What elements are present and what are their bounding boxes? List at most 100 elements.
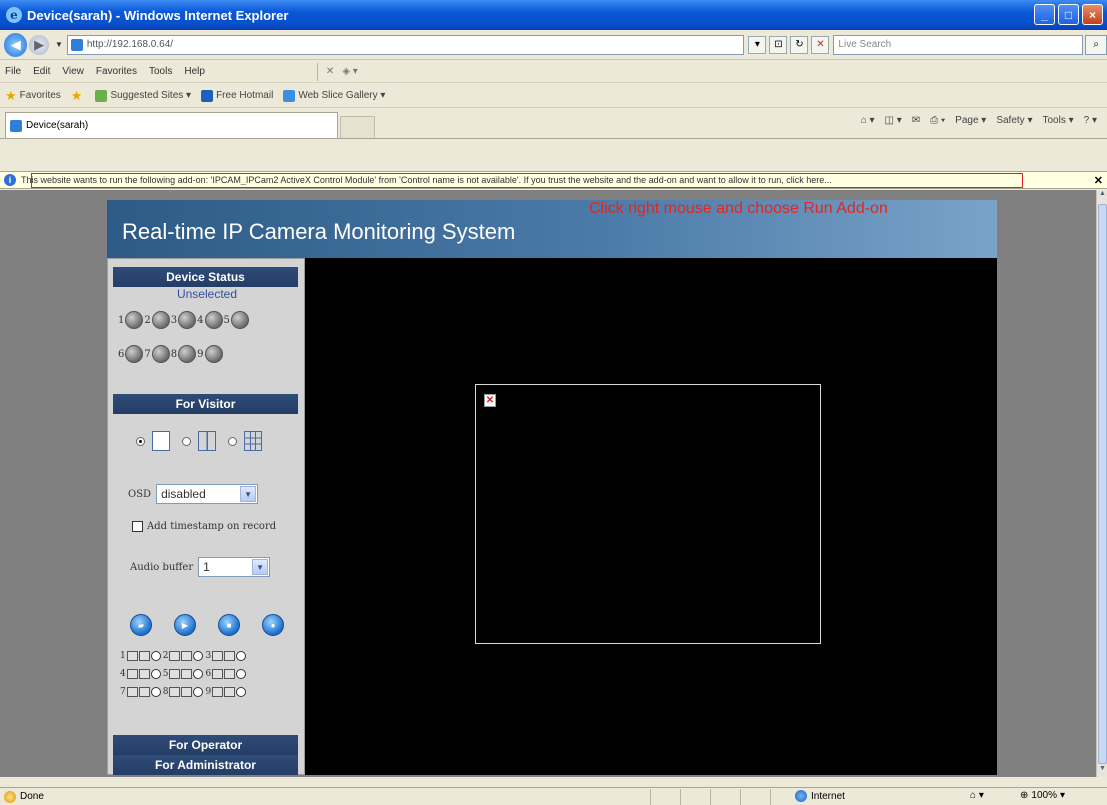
menu-help[interactable]: Help (184, 66, 205, 77)
audio-toggle-icon[interactable] (236, 669, 247, 679)
camera-7[interactable]: 7 (144, 345, 170, 363)
snapshot-icon[interactable] (212, 687, 224, 697)
osd-select[interactable]: disabled ▼ (156, 484, 259, 504)
minimize-button[interactable]: _ (1034, 4, 1055, 25)
snapshot-icon[interactable] (212, 669, 224, 679)
search-input[interactable]: Live Search (833, 34, 1084, 55)
scroll-down-icon[interactable]: ▼ (1097, 765, 1107, 777)
back-button[interactable]: ◀ (4, 32, 28, 57)
snapshot-icon[interactable] (169, 687, 181, 697)
menu-favorites[interactable]: Favorites (96, 66, 137, 77)
for-operator-heading[interactable]: For Operator (113, 735, 298, 755)
url-input[interactable]: http://192.168.0.64/ (66, 34, 745, 55)
information-bar[interactable]: i This website wants to run the followin… (0, 171, 1107, 189)
snapshot-icon[interactable] (212, 651, 224, 661)
snapshot-icon[interactable] (169, 651, 181, 661)
camera-control-3[interactable]: 3 (205, 651, 247, 661)
camera-8[interactable]: 8 (171, 345, 197, 363)
play-icon[interactable]: ▶ (174, 614, 196, 636)
camera-control-6[interactable]: 6 (205, 669, 247, 679)
for-administrator-heading[interactable]: For Administrator (113, 755, 298, 775)
camera-2[interactable]: 2 (144, 311, 170, 329)
open-folder-icon[interactable]: ▰ (130, 614, 152, 636)
audio-toggle-icon[interactable] (193, 687, 204, 697)
snapshot-icon[interactable] (126, 651, 138, 661)
safety-menu[interactable]: Safety ▾ (996, 115, 1032, 126)
favorites-button[interactable]: Favorites (20, 90, 61, 101)
menu-file[interactable]: File (5, 66, 21, 77)
camera-control-2[interactable]: 2 (163, 651, 204, 661)
audio-toggle-icon[interactable] (150, 651, 161, 661)
audio-toggle-icon[interactable] (193, 651, 204, 661)
protected-mode-icon[interactable]: ⌂ ▾ (970, 790, 984, 801)
activex-video-frame[interactable]: ✕ (475, 384, 821, 644)
camera-control-5[interactable]: 5 (163, 669, 204, 679)
history-dropdown-icon[interactable]: ▼ (55, 40, 63, 49)
close-button[interactable]: × (1082, 4, 1103, 25)
record-toggle-icon[interactable] (138, 669, 150, 679)
web-slice-gallery-link[interactable]: Web Slice Gallery ▾ (283, 89, 385, 102)
search-icon[interactable]: ⌕ (1085, 34, 1107, 55)
url-dropdown-icon[interactable]: ▾ (748, 35, 767, 54)
scroll-up-icon[interactable]: ▲ (1097, 190, 1107, 202)
add-favorite-icon[interactable]: ★ (71, 88, 86, 104)
favorites-star-icon[interactable]: ★ (5, 88, 17, 104)
camera-control-7[interactable]: 7 (120, 687, 161, 697)
security-zone[interactable]: Internet (795, 790, 845, 802)
camera-1[interactable]: 1 (118, 311, 144, 329)
audio-toggle-icon[interactable] (150, 687, 161, 697)
record-toggle-icon[interactable] (224, 651, 236, 661)
snapshot-icon[interactable] (126, 669, 138, 679)
timestamp-checkbox[interactable] (132, 521, 143, 532)
layout-1-radio[interactable] (136, 436, 145, 446)
camera-control-8[interactable]: 8 (163, 687, 204, 697)
compat-view-icon[interactable]: ⊡ (769, 35, 788, 54)
audio-toggle-icon[interactable] (236, 687, 247, 697)
record-toggle-icon[interactable] (181, 669, 193, 679)
free-hotmail-link[interactable]: Free Hotmail (201, 89, 273, 102)
audio-toggle-icon[interactable] (150, 669, 161, 679)
menu-edit[interactable]: Edit (33, 66, 50, 77)
camera-4[interactable]: 4 (197, 311, 223, 329)
page-menu[interactable]: Page ▾ (955, 115, 986, 126)
device-status-heading[interactable]: Device Status (113, 267, 298, 287)
tab-device-sarah[interactable]: Device(sarah) (5, 112, 338, 138)
convert-icon[interactable]: ◈ ▾ (342, 66, 358, 77)
suggested-sites-link[interactable]: Suggested Sites ▾ (95, 89, 191, 102)
record-toggle-icon[interactable] (138, 687, 150, 697)
infobar-close-icon[interactable]: ✕ (1094, 174, 1103, 187)
toolbar-close-icon[interactable]: ✕ (326, 66, 334, 77)
help-icon[interactable]: ? ▾ (1084, 115, 1097, 126)
print-icon[interactable]: ⎙ ▾ (930, 115, 945, 126)
record-toggle-icon[interactable] (181, 651, 193, 661)
audio-toggle-icon[interactable] (236, 651, 247, 661)
menu-tools[interactable]: Tools (149, 66, 172, 77)
feeds-icon[interactable]: ◫ ▾ (885, 115, 902, 126)
zoom-control[interactable]: ⊕ 100% ▾ (1020, 790, 1065, 801)
camera-control-1[interactable]: 1 (120, 651, 161, 661)
record-toggle-icon[interactable] (224, 687, 236, 697)
camera-6[interactable]: 6 (118, 345, 144, 363)
forward-button[interactable]: ▶ (29, 34, 49, 55)
mail-icon[interactable]: ✉ (912, 115, 920, 126)
tools-menu[interactable]: Tools ▾ (1042, 115, 1073, 126)
record-icon[interactable]: ● (262, 614, 284, 636)
camera-5[interactable]: 5 (224, 311, 249, 329)
record-toggle-icon[interactable] (138, 651, 150, 661)
audio-buffer-select[interactable]: 1 ▼ (198, 557, 271, 577)
stop-icon[interactable]: ■ (218, 614, 240, 636)
layout-9-radio[interactable] (228, 436, 237, 446)
camera-control-4[interactable]: 4 (120, 669, 161, 679)
scroll-thumb[interactable] (1098, 204, 1107, 764)
refresh-icon[interactable]: ↻ (790, 35, 809, 54)
stop-icon[interactable]: ✕ (811, 35, 830, 54)
camera-control-9[interactable]: 9 (205, 687, 247, 697)
new-tab-button[interactable] (340, 116, 375, 138)
maximize-button[interactable]: □ (1058, 4, 1079, 25)
home-icon[interactable]: ⌂ ▾ (861, 115, 875, 126)
snapshot-icon[interactable] (169, 669, 181, 679)
audio-toggle-icon[interactable] (193, 669, 204, 679)
snapshot-icon[interactable] (126, 687, 138, 697)
record-toggle-icon[interactable] (224, 669, 236, 679)
vertical-scrollbar[interactable]: ▲ ▼ (1096, 190, 1107, 777)
